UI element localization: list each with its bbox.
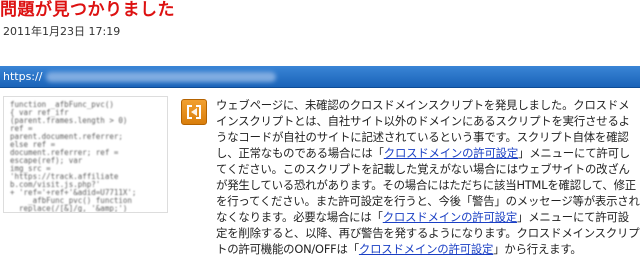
- cross-domain-settings-link-3[interactable]: クロスドメインの許可設定: [359, 242, 493, 256]
- blurred-url: [46, 72, 276, 82]
- script-code-thumbnail: function _afbFunc_pvc() { var ref_ifr (p…: [3, 96, 168, 213]
- timestamp: 2011年1月23日 17:19: [3, 25, 121, 38]
- cross-domain-settings-link-2[interactable]: クロスドメインの許可設定: [383, 210, 517, 224]
- cross-domain-script-icon: [181, 99, 207, 125]
- cross-domain-settings-link-1[interactable]: クロスドメインの許可設定: [384, 146, 518, 160]
- page-title: 問題が見つかりました: [0, 0, 175, 20]
- url-bar: https://: [0, 66, 640, 88]
- script-code: function _afbFunc_pvc() { var ref_ifr (p…: [10, 100, 137, 213]
- warning-message: ウェブページに、未確認のクロスドメインスクリプトを発見しました。クロスドメインス…: [216, 97, 640, 257]
- cross-domain-glyph-icon: [187, 105, 201, 119]
- message-part-4: 」から行えます。: [493, 242, 582, 256]
- url-prefix: https://: [3, 70, 43, 83]
